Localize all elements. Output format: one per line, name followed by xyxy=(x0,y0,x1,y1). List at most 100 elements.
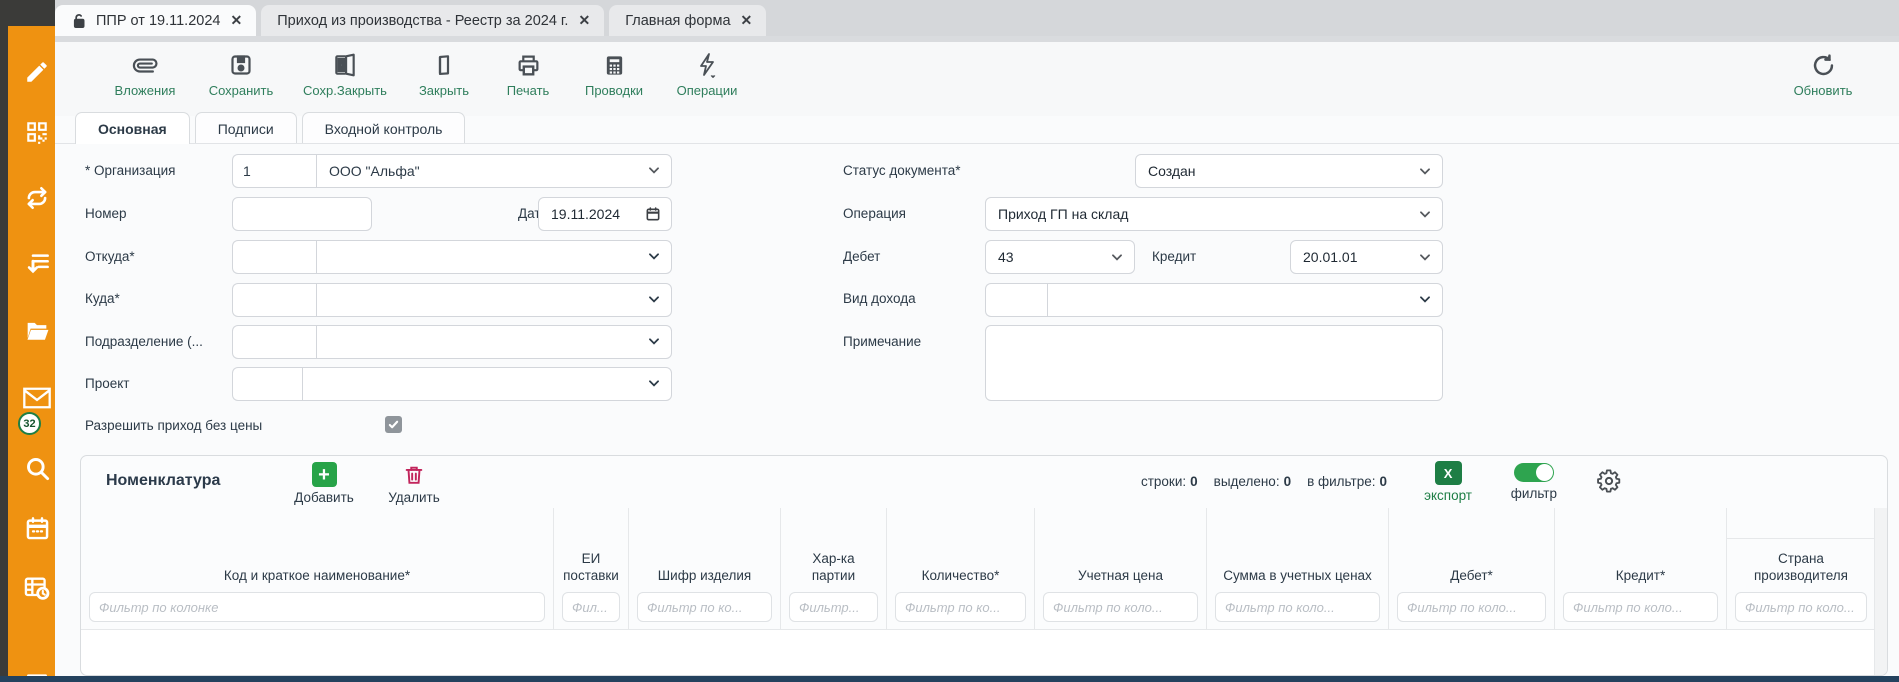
qr-code-icon[interactable] xyxy=(19,116,55,148)
chevron-down-icon xyxy=(1418,207,1432,221)
folder-open-icon[interactable] xyxy=(19,315,55,347)
status-select[interactable]: Создан xyxy=(1135,154,1443,188)
operation-select[interactable]: Приход ГП на склад xyxy=(985,197,1443,231)
form-tab-input-control[interactable]: Входной контроль xyxy=(302,112,466,144)
column-label: Шифр изделия xyxy=(637,567,772,584)
division-field xyxy=(232,325,672,359)
project-field xyxy=(232,367,672,401)
table-clock-icon[interactable] xyxy=(19,572,55,604)
attachments-button[interactable]: Вложения xyxy=(97,42,193,116)
edit-pencil-icon[interactable] xyxy=(19,56,55,88)
app-window: 32 ППР от 19.11.2024 ✕ Приход из произво… xyxy=(0,0,1899,682)
income-type-label: Вид дохода xyxy=(843,291,916,307)
mail-icon[interactable] xyxy=(19,382,55,414)
chevron-down-icon xyxy=(647,376,661,393)
filter-toggle-label: фильтр xyxy=(1511,486,1557,501)
column-credit: Кредит* xyxy=(1555,508,1727,629)
division-code-input[interactable] xyxy=(232,325,316,359)
printer-icon xyxy=(516,50,541,80)
search-icon[interactable] xyxy=(19,452,55,484)
unlocked-document-icon xyxy=(71,13,86,29)
debit-select[interactable]: 43 xyxy=(985,240,1135,274)
operations-button[interactable]: Операции xyxy=(659,42,755,116)
calendar-field-icon[interactable] xyxy=(645,206,661,222)
window-tab-main-form[interactable]: Главная форма ✕ xyxy=(609,5,766,36)
filter-input-book-price[interactable] xyxy=(1043,592,1198,622)
column-label: ЕИ поставки xyxy=(562,550,620,584)
to-select[interactable] xyxy=(316,283,672,317)
refresh-button[interactable]: Обновить xyxy=(1775,42,1871,98)
list-download-icon[interactable] xyxy=(19,247,55,279)
save-button[interactable]: Сохранить xyxy=(193,42,289,116)
add-row-button[interactable]: + Добавить xyxy=(281,462,367,505)
filter-input-country[interactable] xyxy=(1735,592,1867,622)
division-select[interactable] xyxy=(316,325,672,359)
chevron-down-icon xyxy=(1418,164,1432,178)
form-divider xyxy=(55,143,1899,144)
tab-close-icon[interactable]: ✕ xyxy=(230,12,242,29)
filter-input-debit[interactable] xyxy=(1397,592,1546,622)
chevron-down-icon xyxy=(647,334,661,351)
print-button[interactable]: Печать xyxy=(487,42,569,116)
from-select[interactable] xyxy=(316,240,672,274)
calendar-icon[interactable] xyxy=(19,512,55,544)
window-tab-document[interactable]: ППР от 19.11.2024 ✕ xyxy=(55,5,256,36)
tab-close-icon[interactable]: ✕ xyxy=(741,12,753,29)
column-book-price: Учетная цена xyxy=(1035,508,1207,629)
save-close-button[interactable]: Сохр.Закрыть xyxy=(289,42,401,116)
gear-icon[interactable] xyxy=(1596,468,1622,499)
credit-label: Кредит xyxy=(1152,249,1196,265)
project-code-input[interactable] xyxy=(232,367,302,401)
organization-select[interactable]: ООО "Альфа" xyxy=(316,154,672,188)
column-label: Учетная цена xyxy=(1043,567,1198,584)
sync-icon[interactable] xyxy=(19,182,55,214)
filter-input-credit[interactable] xyxy=(1563,592,1718,622)
postings-label: Проводки xyxy=(585,83,643,98)
close-button[interactable]: Закрыть xyxy=(401,42,487,116)
status-label: Статус документа* xyxy=(843,163,961,179)
filter-input-amount[interactable] xyxy=(1215,592,1380,622)
window-tab-registry[interactable]: Приход из производства - Реестр за 2024 … xyxy=(261,5,604,36)
form-tab-label: Основная xyxy=(98,121,167,137)
column-label: Дебет* xyxy=(1397,567,1546,584)
date-input[interactable]: 19.11.2024 xyxy=(538,197,672,231)
form-tab-main[interactable]: Основная xyxy=(75,112,190,144)
filter-input-supply-unit[interactable] xyxy=(562,592,620,622)
credit-value: 20.01.01 xyxy=(1303,249,1358,265)
postings-button[interactable]: Проводки xyxy=(569,42,659,116)
column-debit: Дебет* xyxy=(1389,508,1555,629)
filter-input-product-code[interactable] xyxy=(637,592,772,622)
to-label: Куда* xyxy=(85,291,120,307)
filter-toggle[interactable]: фильтр xyxy=(1511,463,1557,501)
to-code-input[interactable] xyxy=(232,283,316,317)
number-input[interactable] xyxy=(232,197,372,231)
credit-select[interactable]: 20.01.01 xyxy=(1290,240,1443,274)
refresh-icon xyxy=(1810,50,1837,80)
note-textarea[interactable] xyxy=(985,325,1443,401)
paperclip-icon xyxy=(132,50,158,80)
column-quantity: Количество* xyxy=(887,508,1035,629)
excel-icon: X xyxy=(1435,461,1462,485)
filter-input-code-name[interactable] xyxy=(89,592,545,622)
lightning-icon xyxy=(695,50,719,80)
allow-no-price-checkbox[interactable] xyxy=(385,416,402,433)
filter-input-quantity[interactable] xyxy=(895,592,1026,622)
table-vertical-scrollbar[interactable] xyxy=(1874,508,1887,675)
income-type-select[interactable] xyxy=(1047,283,1443,317)
delete-row-label: Удалить xyxy=(388,490,440,505)
income-type-code-input[interactable] xyxy=(985,283,1047,317)
filter-input-batch[interactable] xyxy=(789,592,878,622)
export-excel-button[interactable]: X экспорт xyxy=(1424,461,1472,503)
from-code-input[interactable] xyxy=(232,240,316,274)
project-select[interactable] xyxy=(302,367,672,401)
delete-row-button[interactable]: Удалить xyxy=(371,462,457,505)
export-label: экспорт xyxy=(1424,488,1472,503)
form-tab-signatures[interactable]: Подписи xyxy=(195,112,297,144)
organization-code-input[interactable]: 1 xyxy=(232,154,316,188)
table-body-empty[interactable] xyxy=(81,629,1874,675)
form-tab-label: Входной контроль xyxy=(325,121,443,137)
tab-close-icon[interactable]: ✕ xyxy=(578,12,590,29)
floppy-icon xyxy=(229,50,253,80)
mail-badge: 32 xyxy=(18,412,41,435)
save-close-label: Сохр.Закрыть xyxy=(303,83,387,98)
